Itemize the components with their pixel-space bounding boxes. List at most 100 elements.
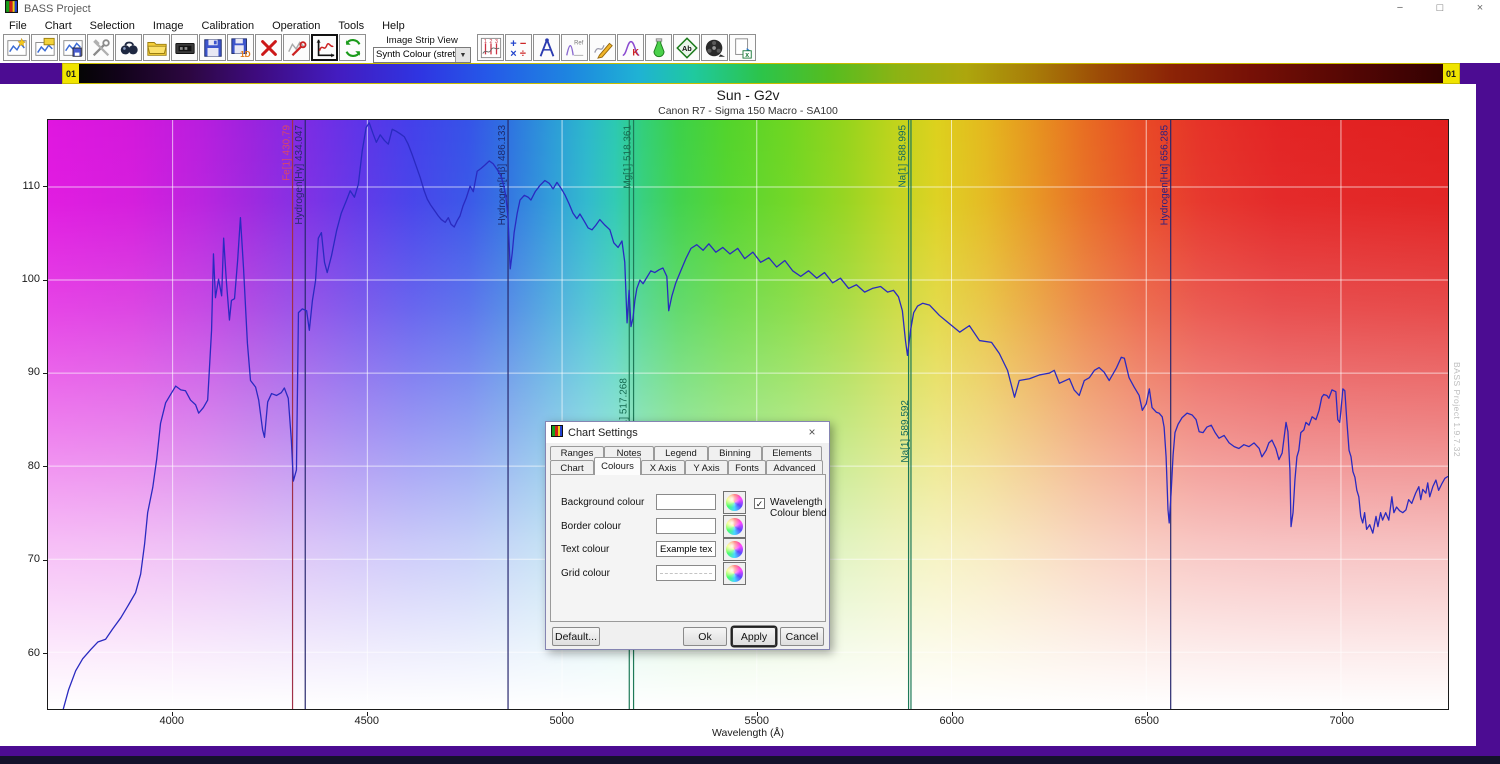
save-profile-icon <box>62 37 84 59</box>
save-1d-button[interactable]: 1D <box>227 34 254 61</box>
tab-row-2: ChartColoursX AxisY AxisFontsAdvanced <box>550 460 823 475</box>
save-button[interactable] <box>199 34 226 61</box>
instrument-response-button[interactable]: K <box>617 34 644 61</box>
dialog-icon <box>551 424 563 442</box>
measure-button[interactable] <box>533 34 560 61</box>
x-tick-mark <box>757 712 758 716</box>
svg-text:×: × <box>510 48 516 59</box>
math-operations-icon: +−×÷ <box>508 37 530 59</box>
delete-button[interactable] <box>255 34 282 61</box>
menu-item-help[interactable]: Help <box>373 19 414 33</box>
grid-colour-picker-button[interactable] <box>723 562 746 585</box>
elements-chemistry-button[interactable] <box>645 34 672 61</box>
bass-main-window: BASS Project −□× FileChartSelectionImage… <box>0 0 1500 63</box>
export-spreadsheet-button[interactable]: x <box>729 34 756 61</box>
border-colour-input[interactable] <box>656 518 716 534</box>
open-image-button[interactable] <box>143 34 170 61</box>
x-tick-label: 4000 <box>147 715 197 727</box>
reference-profile-button[interactable]: Ref <box>561 34 588 61</box>
menu-bar: FileChartSelectionImageCalibrationOperat… <box>0 18 1500 34</box>
strip-tag-right: 01 <box>1443 64 1459 83</box>
y-tick-mark <box>43 466 47 467</box>
minimize-button[interactable]: − <box>1380 0 1420 18</box>
svg-text:Ab: Ab <box>681 43 691 52</box>
dialog-close-button[interactable]: × <box>797 423 827 442</box>
titlebar[interactable]: BASS Project −□× <box>0 0 1500 18</box>
open-profile-button[interactable] <box>31 34 58 61</box>
absorption-lines-icon: Ab <box>676 37 698 59</box>
element-line-label: Mg[1] 518.361 <box>623 125 634 189</box>
element-lines-button[interactable]: 123 <box>477 34 504 61</box>
toolbar: 1D Image Strip View Synth Colour (stretc… <box>0 34 1500 63</box>
math-operations-button[interactable]: +−×÷ <box>505 34 532 61</box>
tab-colours[interactable]: Colours <box>594 457 641 475</box>
tab-advanced[interactable]: Advanced <box>766 460 823 475</box>
window-controls: −□× <box>1380 0 1500 18</box>
menu-item-image[interactable]: Image <box>144 19 193 33</box>
chart-settings-dialog: Chart Settings × RangesNotesLegendBinnin… <box>545 421 830 650</box>
svg-text:Ref: Ref <box>574 40 584 46</box>
tab-row-1: RangesNotesLegendBinningElements <box>550 446 822 460</box>
image-strip-view-select[interactable]: Synth Colour (stretch) ▼ <box>373 47 471 63</box>
measure-icon <box>536 37 558 59</box>
grid-colour-row: Grid colour <box>551 565 825 585</box>
x-tick-label: 5500 <box>732 715 782 727</box>
edit-profile-button[interactable] <box>589 34 616 61</box>
text-colour-input[interactable] <box>656 541 716 557</box>
ok-button[interactable]: Ok <box>683 627 727 646</box>
tab-elements[interactable]: Elements <box>762 446 822 460</box>
chevron-down-icon[interactable]: ▼ <box>455 48 470 62</box>
absorption-lines-button[interactable]: Ab <box>673 34 700 61</box>
dialog-titlebar[interactable]: Chart Settings × <box>546 422 829 443</box>
menu-item-operation[interactable]: Operation <box>263 19 329 33</box>
save-1d-icon: 1D <box>230 37 252 59</box>
colour-sphere-icon <box>726 541 743 558</box>
new-profile-button[interactable] <box>3 34 30 61</box>
search-button[interactable] <box>115 34 142 61</box>
svg-text:K: K <box>632 47 639 57</box>
cancel-button[interactable]: Cancel <box>780 627 824 646</box>
refresh-icon <box>342 37 364 59</box>
apply-button[interactable]: Apply <box>732 627 776 646</box>
capture-button[interactable] <box>171 34 198 61</box>
border-colour-row: Border colour <box>551 518 825 538</box>
text-colour-picker-button[interactable] <box>723 538 746 561</box>
tab-binning[interactable]: Binning <box>708 446 762 460</box>
toolbar-group-2: 123 +−×÷ Ref K Ab x <box>477 34 757 61</box>
taskbar[interactable] <box>0 756 1500 764</box>
menu-item-file[interactable]: File <box>0 19 36 33</box>
maximize-button[interactable]: □ <box>1420 0 1460 18</box>
tab-x-axis[interactable]: X Axis <box>641 460 685 475</box>
close-button[interactable]: × <box>1460 0 1500 18</box>
background-colour-picker-button[interactable] <box>723 491 746 514</box>
default-button[interactable]: Default... <box>552 627 600 646</box>
tab-y-axis[interactable]: Y Axis <box>685 460 728 475</box>
image-strip-view-group: Image Strip View Synth Colour (stretch) … <box>372 34 472 63</box>
element-line-label: Hydrogen[Hβ] 486.133 <box>497 125 508 226</box>
tools-button[interactable] <box>87 34 114 61</box>
y-tick-label: 70 <box>10 553 40 565</box>
open-profile-icon <box>34 37 56 59</box>
film-strip-icon <box>704 37 726 59</box>
element-lines-icon: 123 <box>480 37 502 59</box>
tab-fonts[interactable]: Fonts <box>728 460 766 475</box>
x-tick-mark <box>172 712 173 716</box>
menu-item-tools[interactable]: Tools <box>329 19 373 33</box>
menu-item-chart[interactable]: Chart <box>36 19 81 33</box>
y-tick-mark <box>43 560 47 561</box>
tools-icon <box>90 37 112 59</box>
refresh-button[interactable] <box>339 34 366 61</box>
tab-legend[interactable]: Legend <box>654 446 708 460</box>
film-strip-button[interactable] <box>701 34 728 61</box>
background-colour-input[interactable] <box>656 494 716 510</box>
menu-item-calibration[interactable]: Calibration <box>192 19 263 33</box>
border-colour-picker-button[interactable] <box>723 515 746 538</box>
colour-sphere-icon <box>726 518 743 535</box>
crop-profile-button[interactable] <box>311 34 338 61</box>
repair-profile-button[interactable] <box>283 34 310 61</box>
tab-chart[interactable]: Chart <box>550 460 594 475</box>
y-tick-label: 90 <box>10 366 40 378</box>
save-profile-button[interactable] <box>59 34 86 61</box>
menu-item-selection[interactable]: Selection <box>81 19 144 33</box>
image-strip[interactable] <box>79 64 1443 83</box>
